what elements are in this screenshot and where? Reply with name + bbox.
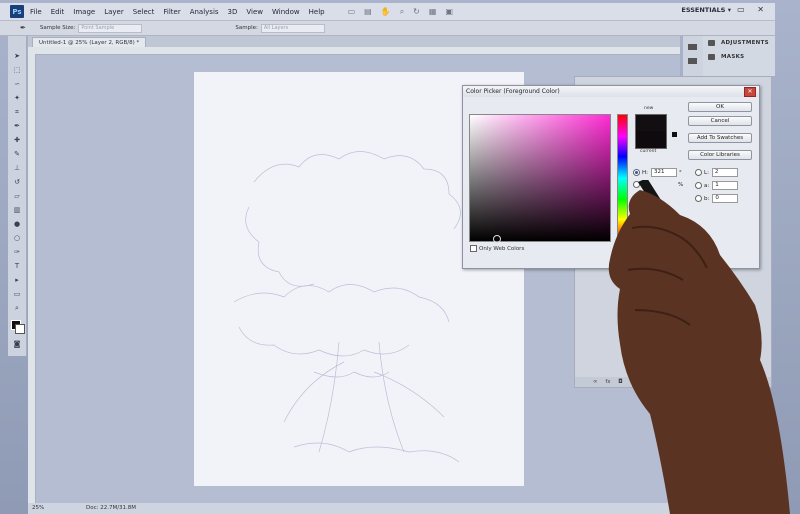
color-field[interactable] — [469, 114, 611, 243]
photoshop-logo: Ps — [10, 5, 24, 18]
menu-file[interactable]: File — [30, 8, 42, 16]
color-libraries-button[interactable]: Color Libraries — [688, 150, 752, 160]
adjustments-icon — [708, 40, 715, 46]
only-web-colors-label: Only Web Colors — [479, 246, 525, 252]
lab-l-radio[interactable] — [695, 169, 702, 176]
zoom-tool-icon[interactable]: ⌕ — [400, 7, 404, 17]
tools-panel: ➤ ⬚ ∽ ✦ ⌗ ✒ ✚ ✎ ⊥ ↺ ▱ ▥ ● ○ ✑ T ▸ ▭ ⌕ ◙ — [8, 36, 27, 356]
hue-row: H: 321 ° — [633, 168, 682, 177]
link-layers-icon[interactable]: ∞ — [593, 379, 598, 385]
quick-mask-icon[interactable]: ◙ — [12, 340, 22, 348]
new-color-swatch — [635, 114, 667, 132]
checkbox-box[interactable] — [470, 245, 477, 252]
shape-tool-icon[interactable]: ▭ — [12, 290, 22, 298]
menu-view[interactable]: View — [246, 8, 263, 16]
hue-input[interactable]: 321 — [651, 168, 677, 177]
path-selection-tool-icon[interactable]: ▸ — [12, 276, 22, 284]
collapsed-panel-strip — [683, 36, 703, 76]
degree-unit: ° — [679, 170, 682, 176]
document-tab-bar: Untitled-1 @ 25% (Layer 2, RGB/8) * — [28, 36, 680, 48]
close-icon[interactable]: ✕ — [744, 87, 756, 97]
monitor-screen: Ps File Edit Image Layer Select Filter A… — [0, 0, 800, 514]
out-of-gamut-icon[interactable] — [672, 132, 677, 137]
history-brush-tool-icon[interactable]: ↺ — [12, 178, 22, 186]
pen-tool-icon[interactable]: ✑ — [12, 248, 22, 256]
sample-select[interactable]: All Layers — [260, 23, 325, 33]
lasso-tool-icon[interactable]: ∽ — [12, 80, 22, 88]
arrange-documents-icon[interactable]: ▦ — [429, 7, 437, 16]
sample-label: Sample: — [235, 25, 258, 31]
crop-tool-icon[interactable]: ⌗ — [12, 108, 22, 116]
current-color-swatch[interactable] — [635, 131, 667, 149]
clone-stamp-tool-icon[interactable]: ⊥ — [12, 164, 22, 172]
new-color-label: new — [644, 106, 654, 111]
window-controls[interactable]: – ▭ ✕ — [721, 5, 769, 14]
eyedropper-tool-icon[interactable]: ✒ — [12, 122, 22, 130]
rotate-view-icon[interactable]: ↻ — [413, 7, 420, 16]
mini-bridge-icon[interactable]: ▤ — [364, 7, 372, 16]
zoom-icon[interactable]: ⌕ — [12, 304, 22, 312]
dialog-title: Color Picker (Foreground Color) — [463, 86, 759, 97]
hand-with-stylus-illustration — [608, 180, 790, 514]
hand-tool-icon[interactable]: ✋ — [381, 7, 391, 16]
menu-select[interactable]: Select — [133, 8, 155, 16]
hue-radio[interactable] — [633, 169, 640, 176]
only-web-colors-checkbox[interactable]: Only Web Colors — [470, 245, 524, 252]
horizontal-ruler — [28, 47, 680, 55]
masks-icon — [708, 54, 715, 60]
background-color-swatch[interactable] — [15, 324, 25, 334]
dodge-tool-icon[interactable]: ○ — [12, 234, 22, 242]
lab-l-input[interactable]: 2 — [711, 168, 738, 177]
menu-analysis[interactable]: Analysis — [190, 8, 219, 16]
adjustments-panel-tab[interactable]: ADJUSTMENTS — [703, 36, 775, 50]
add-to-swatches-button[interactable]: Add To Swatches — [688, 133, 752, 143]
magic-wand-tool-icon[interactable]: ✦ — [12, 94, 22, 102]
panel-icon-history[interactable] — [688, 44, 697, 50]
type-tool-icon[interactable]: T — [12, 262, 22, 270]
vertical-ruler — [28, 54, 36, 504]
adjustments-label: ADJUSTMENTS — [721, 40, 769, 46]
options-bar: ✒ Sample Size: Point Sample Sample: All … — [0, 21, 775, 36]
move-tool-icon[interactable]: ➤ — [12, 52, 22, 60]
eraser-tool-icon[interactable]: ▱ — [12, 192, 22, 200]
hue-label: H: — [642, 170, 648, 176]
ok-button[interactable]: OK — [688, 102, 752, 112]
masks-label: MASKS — [721, 54, 745, 60]
status-bar: 25% Doc: 22.7M/31.8M — [28, 503, 680, 514]
current-color-label: current — [640, 149, 657, 154]
blur-tool-icon[interactable]: ● — [12, 220, 22, 228]
lab-l-label: L: — [704, 170, 709, 176]
menu-bar: Ps File Edit Image Layer Select Filter A… — [0, 3, 775, 21]
menu-help[interactable]: Help — [309, 8, 325, 16]
menu-edit[interactable]: Edit — [51, 8, 65, 16]
healing-brush-tool-icon[interactable]: ✚ — [12, 136, 22, 144]
menu-window[interactable]: Window — [272, 8, 300, 16]
document-info[interactable]: Doc: 22.7M/31.8M — [86, 505, 136, 511]
lab-l-row: L: 2 — [695, 168, 738, 177]
gradient-tool-icon[interactable]: ▥ — [12, 206, 22, 214]
menu-image[interactable]: Image — [73, 8, 95, 16]
sample-size-label: Sample Size: — [39, 25, 76, 31]
sample-size-select[interactable]: Point Sample — [78, 23, 143, 33]
bridge-icon[interactable]: ▭ — [348, 7, 356, 16]
menu-3d[interactable]: 3D — [228, 8, 238, 16]
cancel-button[interactable]: Cancel — [688, 116, 752, 126]
marquee-tool-icon[interactable]: ⬚ — [12, 66, 22, 74]
masks-panel-tab[interactable]: MASKS — [703, 50, 775, 64]
color-field-marker[interactable] — [493, 235, 501, 243]
eyedropper-preset-icon[interactable]: ✒ — [20, 24, 26, 32]
menu-layer[interactable]: Layer — [104, 8, 124, 16]
zoom-level[interactable]: 25% — [32, 505, 44, 511]
app-bar-icons: ▭ ▤ ✋ ⌕ ↻ ▦ ▣ — [348, 7, 453, 17]
screen-mode-icon[interactable]: ▣ — [445, 7, 453, 16]
menu-filter[interactable]: Filter — [163, 8, 180, 16]
brush-tool-icon[interactable]: ✎ — [12, 150, 22, 158]
adjustments-panel-dock: ADJUSTMENTS MASKS — [703, 36, 775, 76]
panel-icon-actions[interactable] — [688, 58, 697, 64]
